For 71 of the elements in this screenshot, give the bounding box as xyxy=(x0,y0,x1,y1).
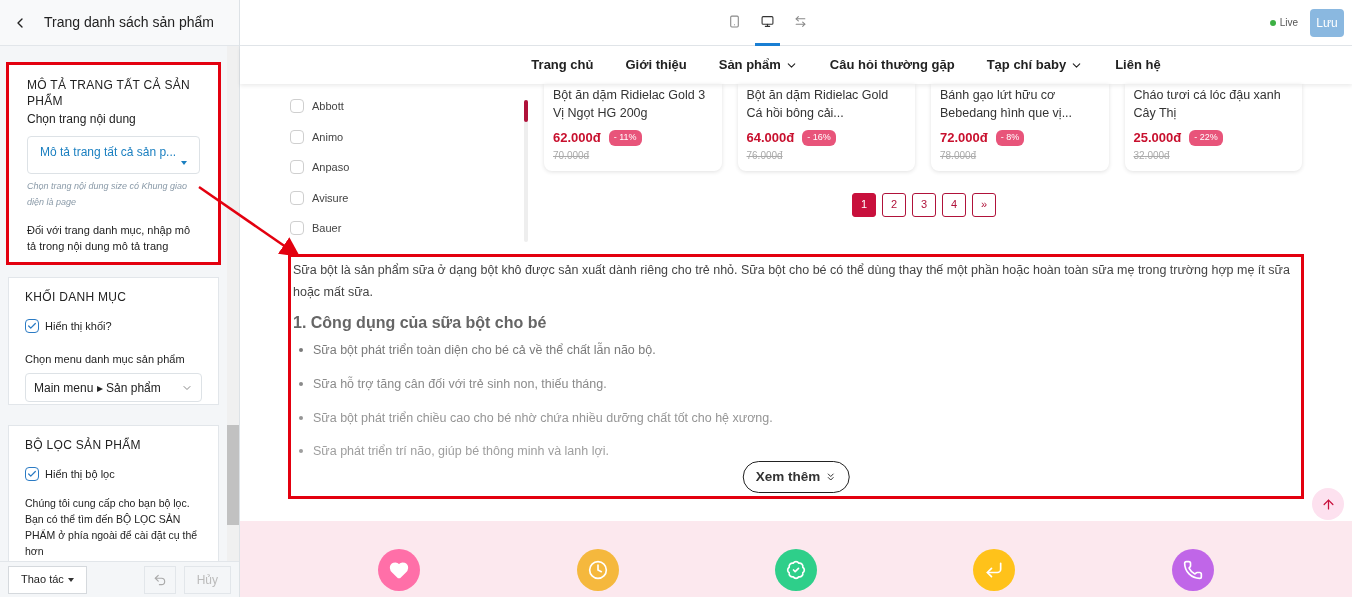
menu-select[interactable]: Main menu ▸ Sản phẩm xyxy=(25,373,202,402)
section-heading: MÔ TẢ TRANG TẤT CẢ SẢN PHẨM xyxy=(27,77,192,109)
section-heading: BỘ LỌC SẢN PHẨM xyxy=(25,436,142,454)
field-label: Chọn trang nội dung xyxy=(27,111,137,128)
brand-label: Bauer xyxy=(312,221,342,236)
page-button[interactable]: 4 xyxy=(942,192,966,217)
old-price: 70.000đ xyxy=(553,148,591,163)
old-price: 32.000đ xyxy=(1133,148,1171,163)
undo-button[interactable] xyxy=(143,565,176,594)
brand-label: Animo xyxy=(312,129,344,145)
check-icon xyxy=(27,469,37,480)
nav-link[interactable]: Liên hệ xyxy=(1115,55,1161,75)
product-name: Bánh gạo lứt hữu cơ Bebedang hình que vị... xyxy=(940,87,1074,122)
checkbox-label: Hiển thị bộ lọc xyxy=(45,467,115,482)
product-name: Bột ăn dặm Ridielac Gold Cá hồi bông cải... xyxy=(746,87,890,122)
page-button[interactable]: 2 xyxy=(882,192,906,217)
nav-link[interactable]: Sản phẩm xyxy=(718,55,798,75)
discount-badge: - 11% xyxy=(608,130,642,146)
list-item: Sữa hỗ trợ tăng cân đối với trẻ sinh non, thiếu tháng. xyxy=(299,374,1299,394)
show-more-button[interactable]: Xem thêm xyxy=(742,461,850,493)
description-text: Sữa bột là sản phẩm sữa ở dạng bột khô được sản xuất dành riêng cho trẻ nhỏ. Sữa bột cho bé có thể dùng thay thế một phần hoặc hoàn toàn sữa mẹ trong trường hợp mẹ ít sữa hoặc mất sữa. xyxy=(293,262,1291,301)
description-heading: 1. Công dụng của sữa bột cho bé xyxy=(293,313,548,333)
check-icon xyxy=(27,321,37,332)
list-item: Sữa phát triển trí não, giúp bé thông minh và lanh lợi. xyxy=(299,442,1299,461)
old-price: 76.000đ xyxy=(746,148,784,163)
nav-link[interactable]: Tạp chí baby xyxy=(986,55,1084,75)
list-item: Sữa bột phát triển toàn diện cho bé cả về thể chất lẫn não bộ. xyxy=(299,341,1299,360)
nav-link[interactable]: Trang chủ xyxy=(531,55,594,75)
brand-label: Abbott xyxy=(312,99,344,114)
page-select[interactable]: Mô tả trang tất cả sản p... xyxy=(27,136,200,174)
old-price: 78.000đ xyxy=(940,148,978,163)
brand-label: Anpaso xyxy=(312,160,350,175)
list-item: Sữa bột phát triển chiều cao cho bé nhờ chứa nhiều dưỡng chất tốt cho hệ xương. xyxy=(299,408,1299,428)
page-button[interactable]: » xyxy=(972,192,996,217)
product-price: 25.000đ xyxy=(1133,129,1182,147)
desktop-icon xyxy=(761,15,774,28)
product-price: 62.000đ xyxy=(553,129,601,147)
sidebar-title: Trang danh sách sản phẩm xyxy=(44,13,214,32)
page-button[interactable]: 3 xyxy=(912,192,936,217)
nav-link[interactable]: Giới thiệu xyxy=(625,55,687,75)
product-name: Bột ăn dặm Ridielac Gold 3 Vị Ngọt HG 200g xyxy=(553,87,707,122)
discount-badge: - 8% xyxy=(995,130,1025,146)
product-name: Cháo tươi cá lóc đậu xanh Cây Thị xyxy=(1133,87,1282,122)
page-button[interactable]: 1 xyxy=(852,192,876,217)
product-card[interactable]: Bột ăn dặm Ridielac Gold 3 Vị Ngọt HG 200g 62.000đ - 11% 70.000đ xyxy=(544,84,722,171)
product-price: 72.000đ xyxy=(940,129,988,147)
section-heading: KHỐI DANH MỤC xyxy=(25,288,128,306)
product-card[interactable]: Bột ăn dặm Ridielac Gold Cá hồi bông cải... 64.000đ - 16% 76.000đ xyxy=(737,84,915,171)
fullwidth-icon xyxy=(794,15,807,28)
scrollbar[interactable] xyxy=(227,46,239,561)
undo-icon xyxy=(152,572,167,587)
note-text: Đối với trang danh mục, nhập mô tả trong nội dung mô tả trang xyxy=(27,223,192,254)
caret-icon xyxy=(181,161,187,165)
checkbox-label: Hiển thị khối? xyxy=(45,319,112,334)
discount-badge: - 16% xyxy=(802,130,836,146)
nav-link[interactable]: Câu hỏi thường gặp xyxy=(829,55,955,75)
scroll-top-button[interactable] xyxy=(1312,488,1344,520)
hint-text: Chọn trang nội dung size có Khung giao diện là page xyxy=(27,180,189,209)
discount-badge: - 22% xyxy=(1189,130,1223,146)
caret-icon xyxy=(67,577,74,582)
product-price: 64.000đ xyxy=(746,129,795,147)
note-text: Chúng tôi cung cấp cho bạn bộ lọc. Bạn có thể tìm đến BỘ LỌC SẢN PHẨM ở phía ngoài để cài đặt cụ thể hơn xyxy=(25,495,199,559)
live-status: Live xyxy=(1269,15,1298,30)
checkbox[interactable] xyxy=(25,467,39,482)
checkbox[interactable] xyxy=(25,319,39,334)
product-card[interactable]: Bánh gạo lứt hữu cơ Bebedang hình que vị... 72.000đ - 8% 78.000đ xyxy=(931,84,1109,171)
product-card[interactable]: Cháo tươi cá lóc đậu xanh Cây Thị 25.000đ - 22% 32.000đ xyxy=(1124,84,1302,171)
field-label: Chọn menu danh mục sản phẩm xyxy=(25,351,186,367)
mobile-icon xyxy=(728,15,741,28)
brand-label: Avisure xyxy=(312,190,349,206)
actions-dropdown[interactable]: Thao tác xyxy=(8,565,87,594)
